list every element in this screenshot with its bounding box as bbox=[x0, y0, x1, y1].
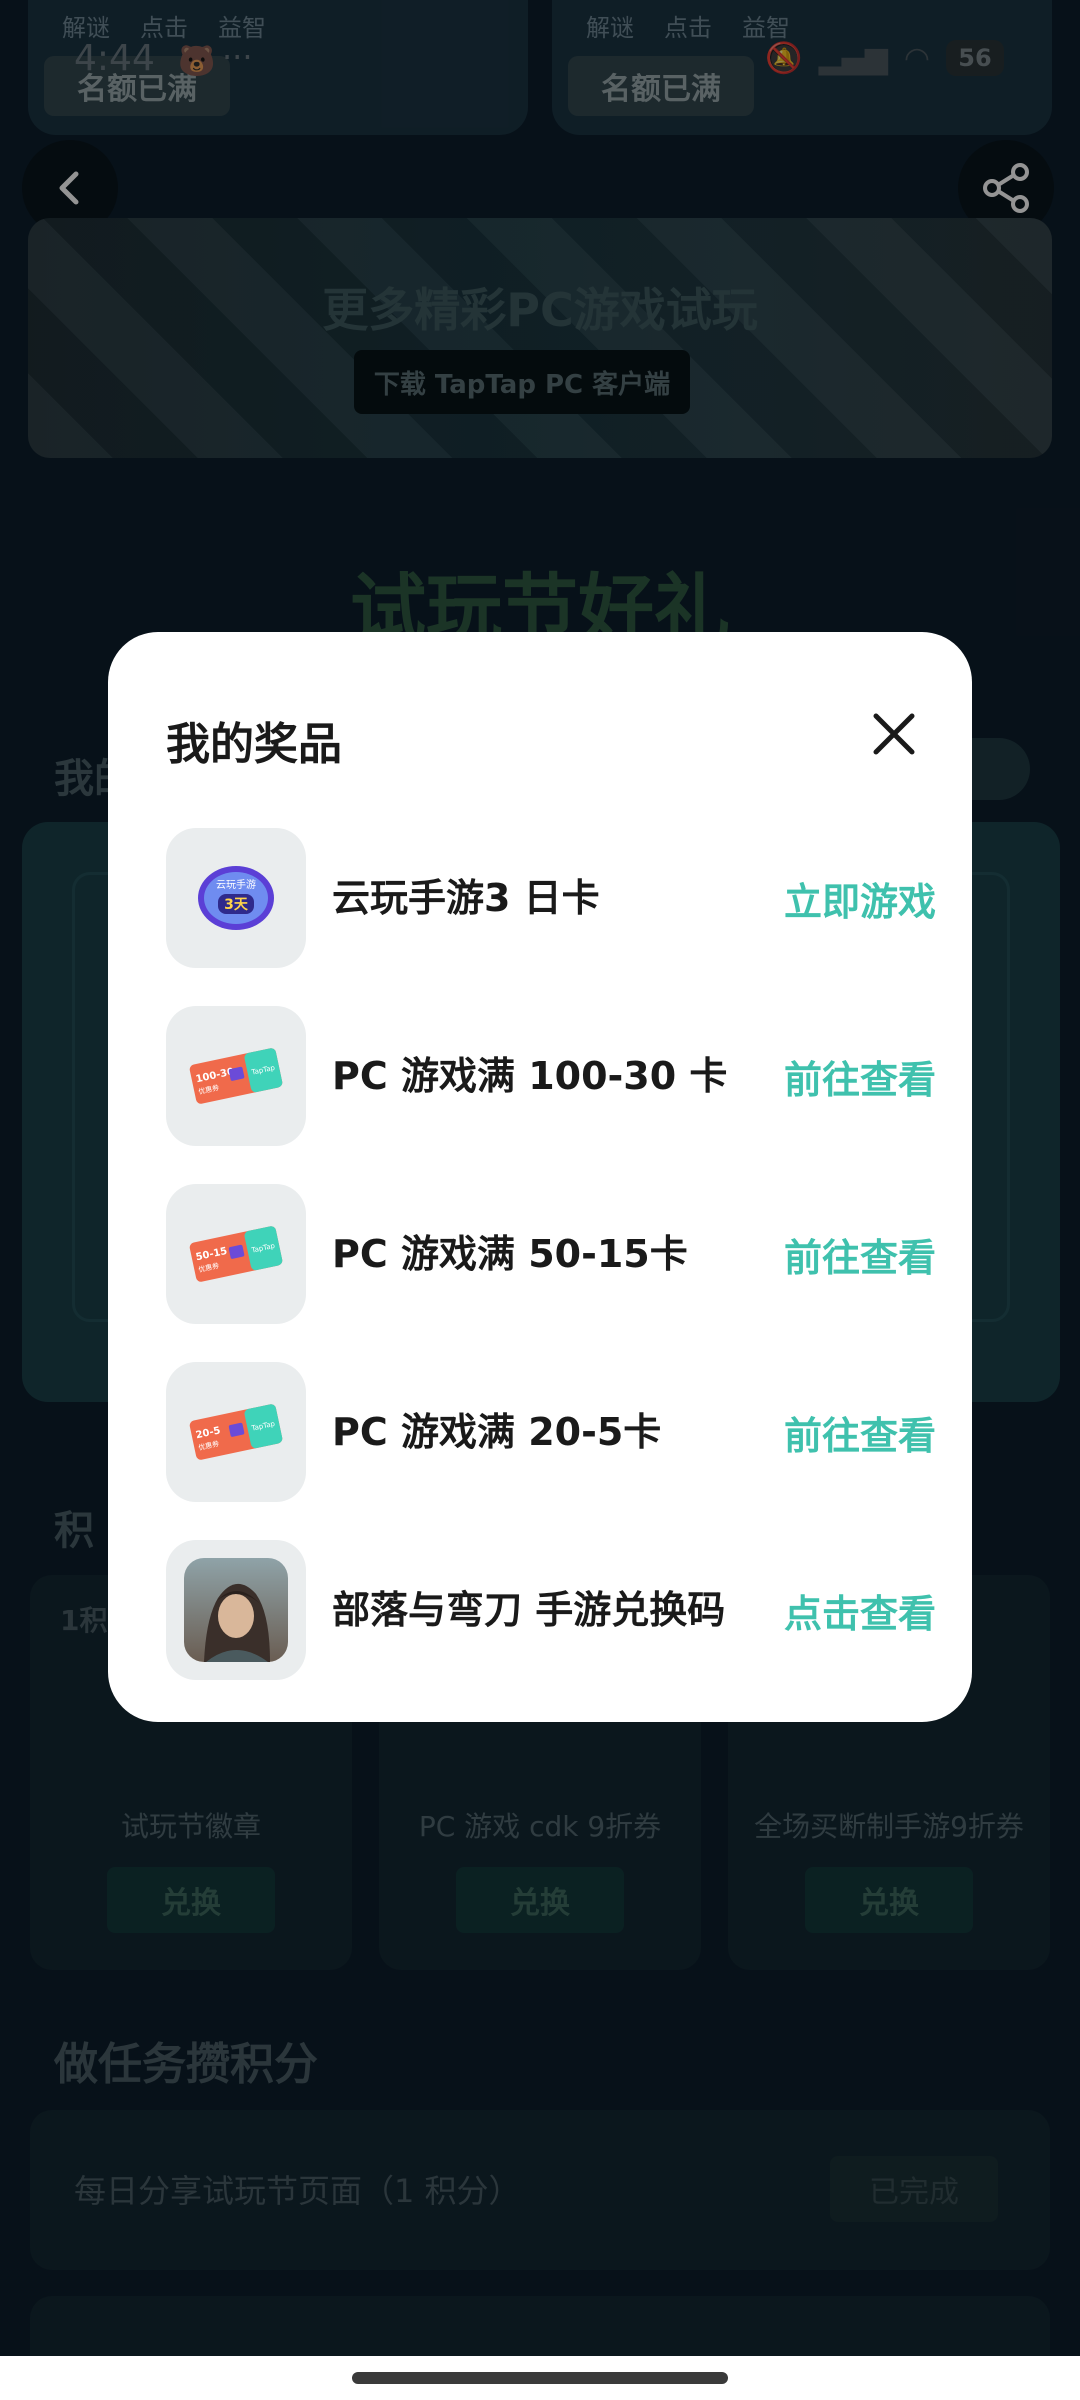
view-details-link[interactable]: 前往查看 bbox=[752, 1362, 936, 1502]
close-button[interactable] bbox=[854, 694, 934, 774]
coupon-ticket-icon: 20-5 优惠券 TapTap bbox=[189, 1404, 283, 1460]
my-prizes-dialog: 我的奖品 云玩手游 3天 云玩手游3 日卡 立即游戏 100-30 优惠券 Ta… bbox=[108, 632, 972, 1722]
prize-row: 云玩手游 3天 云玩手游3 日卡 立即游戏 bbox=[166, 828, 936, 968]
prize-name: 云玩手游3 日卡 bbox=[332, 875, 600, 920]
prize-name: PC 游戏满 100-30 卡 bbox=[332, 1053, 728, 1098]
prize-thumbnail: 云玩手游 3天 bbox=[166, 828, 306, 968]
close-icon bbox=[873, 713, 915, 755]
view-details-link[interactable]: 前往查看 bbox=[752, 1184, 936, 1324]
prize-thumbnail: 100-30 优惠券 TapTap bbox=[166, 1006, 306, 1146]
badge-days-text: 3天 bbox=[224, 897, 249, 913]
prize-thumbnail: 20-5 优惠券 TapTap bbox=[166, 1362, 306, 1502]
coupon-ticket-icon: 50-15 优惠券 TapTap bbox=[189, 1226, 283, 1282]
play-now-link[interactable]: 立即游戏 bbox=[752, 828, 936, 968]
prize-row: 100-30 优惠券 TapTap PC 游戏满 100-30 卡 前往查看 bbox=[166, 1006, 936, 1146]
view-details-link[interactable]: 前往查看 bbox=[752, 1006, 936, 1146]
prize-thumbnail bbox=[166, 1540, 306, 1680]
badge-top-text: 云玩手游 bbox=[216, 878, 256, 891]
cloud-play-badge-icon: 云玩手游 3天 bbox=[198, 866, 274, 930]
prize-row: 部落与弯刀 手游兑换码 点击查看 bbox=[166, 1540, 936, 1680]
home-indicator[interactable] bbox=[352, 2372, 728, 2384]
prize-name: PC 游戏满 20-5卡 bbox=[332, 1409, 662, 1454]
prize-name: 部落与弯刀 手游兑换码 bbox=[332, 1587, 726, 1632]
prize-row: 20-5 优惠券 TapTap PC 游戏满 20-5卡 前往查看 bbox=[166, 1362, 936, 1502]
prize-row: 50-15 优惠券 TapTap PC 游戏满 50-15卡 前往查看 bbox=[166, 1184, 936, 1324]
prize-name: PC 游戏满 50-15卡 bbox=[332, 1231, 688, 1276]
prize-thumbnail: 50-15 优惠券 TapTap bbox=[166, 1184, 306, 1324]
view-code-link[interactable]: 点击查看 bbox=[752, 1540, 936, 1680]
dialog-title: 我的奖品 bbox=[166, 719, 342, 770]
coupon-ticket-icon: 100-30 优惠券 TapTap bbox=[189, 1048, 283, 1104]
game-avatar-icon bbox=[184, 1558, 288, 1662]
